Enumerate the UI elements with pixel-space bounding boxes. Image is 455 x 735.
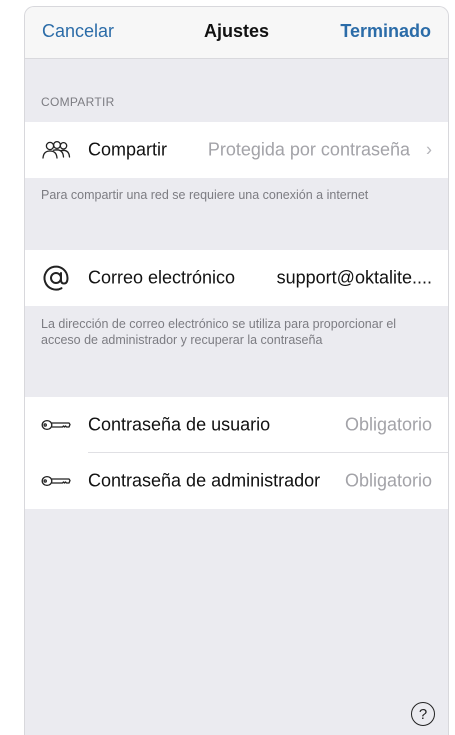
share-row[interactable]: Compartir Protegida por contraseña › [25,122,448,178]
share-label: Compartir [88,139,168,160]
email-group: Correo electrónico support@oktalite.... [25,250,448,306]
share-group: Compartir Protegida por contraseña › [25,122,448,178]
email-footer-note: La dirección de correo electrónico se ut… [41,317,397,347]
share-section-header: COMPARTIR [41,95,115,109]
password-group: Contraseña de usuario Obligatorio Contra… [25,397,448,509]
at-sign-icon [41,265,71,291]
share-footer-note: Para compartir una red se requiere una c… [41,188,369,202]
email-field[interactable]: support@oktalite.... [277,268,432,289]
user-password-row[interactable]: Contraseña de usuario Obligatorio [25,397,448,453]
share-value: Protegida por contraseña [207,139,410,160]
admin-password-row[interactable]: Contraseña de administrador Obligatorio [25,453,448,509]
settings-sheet: Cancelar Ajustes Terminado COMPARTIR Com… [24,6,449,735]
email-row[interactable]: Correo electrónico support@oktalite.... [25,250,448,306]
admin-password-field[interactable]: Obligatorio [345,471,432,492]
key-icon [41,468,71,494]
people-group-icon [41,137,71,163]
key-icon [41,412,71,438]
chevron-right-icon: › [426,139,432,160]
user-password-label: Contraseña de usuario [88,414,271,435]
user-password-field[interactable]: Obligatorio [345,415,432,436]
email-label: Correo electrónico [88,267,236,288]
admin-password-label: Contraseña de administrador [88,470,321,491]
done-button[interactable]: Terminado [340,21,431,42]
help-button[interactable]: ? [411,702,435,726]
navigation-bar: Cancelar Ajustes Terminado [25,7,448,59]
